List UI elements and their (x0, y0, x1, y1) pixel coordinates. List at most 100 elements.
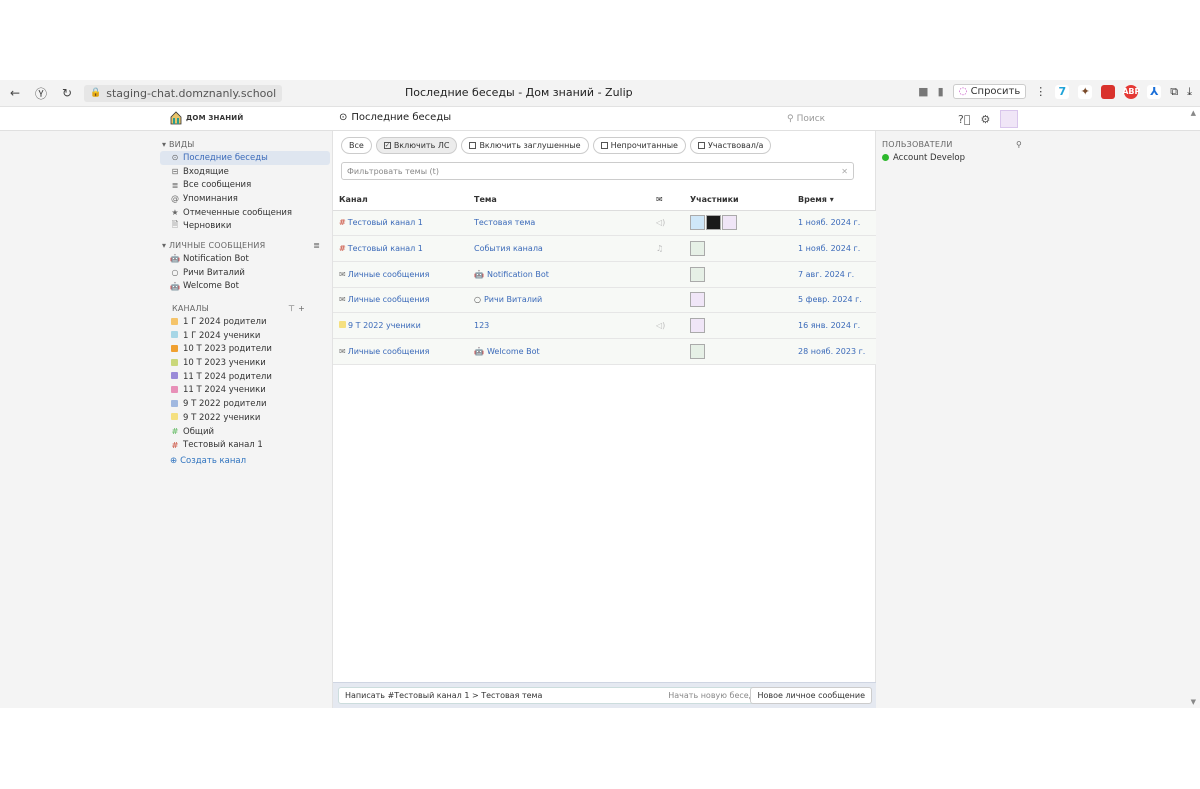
cell-channel[interactable]: # Тестовый канал 1 (333, 235, 468, 262)
clear-icon[interactable]: ✕ (841, 167, 848, 176)
filter-icon[interactable]: ⊤ (288, 304, 295, 313)
add-channel-icon[interactable]: + (298, 304, 305, 313)
channel-name[interactable]: Тестовый канал 1 (348, 244, 423, 253)
topic-name[interactable]: Welcome Bot (487, 347, 540, 356)
gear-icon[interactable]: ⚙ (980, 113, 990, 126)
cell-topic[interactable]: 🤖 Notification Bot (468, 261, 650, 288)
filter-chip[interactable]: Участвовал/а (689, 137, 772, 154)
participant-avatar[interactable] (690, 343, 705, 359)
topic-filter-input[interactable]: Фильтровать темы (t) ✕ (341, 162, 854, 180)
topic-name[interactable]: 123 (474, 321, 489, 330)
filter-chip[interactable]: ✓ Включить ЛС (375, 137, 458, 154)
topic-name[interactable]: Notification Bot (487, 270, 549, 279)
channel-name[interactable]: Личные сообщения (348, 347, 430, 356)
menu-dots-icon[interactable]: ⋮ (1035, 85, 1046, 98)
scroll-up-icon[interactable]: ▲ (1191, 109, 1196, 117)
filter-chip[interactable]: Непрочитанные (592, 137, 686, 154)
participant-avatar[interactable] (690, 266, 705, 282)
back-icon[interactable]: ← (4, 82, 26, 104)
sidebar-channel-item[interactable]: 11 Т 2024 родители (160, 370, 330, 384)
ext-translate-icon[interactable]: 7 (1055, 84, 1070, 99)
participant-avatar[interactable] (690, 292, 705, 308)
sidebar-view-item[interactable]: ⊟ Входящие (160, 165, 330, 179)
sidebar-channel-item[interactable]: 10 Т 2023 родители (160, 343, 330, 357)
user-row[interactable]: Account Develop (882, 151, 1027, 164)
channel-name[interactable]: Личные сообщения (348, 295, 430, 304)
cell-time[interactable]: 16 янв. 2024 г. (792, 312, 876, 339)
table-row[interactable]: # Тестовый канал 1 Тестовая тема ◁) 1 нояб. … (333, 210, 876, 237)
sidebar-view-item[interactable]: ≣ Все сообщения (160, 178, 330, 192)
table-row[interactable]: ✉ Личные сообщения ○ Ричи Виталий 5 февр. 20… (333, 287, 876, 314)
create-channel-link[interactable]: ⊕ Создать канал (160, 454, 330, 468)
table-row[interactable]: ✉ Личные сообщения 🤖 Notification Bot 7 авг.… (333, 261, 876, 288)
table-row[interactable]: ✉ Личные сообщения 🤖 Welcome Bot 28 нояб. 20… (333, 338, 876, 365)
new-dm-button[interactable]: Новое личное сообщение (750, 687, 872, 704)
filter-chip[interactable]: Все (341, 137, 372, 154)
ext-bird-icon[interactable]: ✦ (1078, 84, 1093, 99)
participant-avatar[interactable] (706, 215, 721, 231)
topic-name[interactable]: Ричи Виталий (484, 295, 542, 304)
sidebar-dm-item[interactable]: 🤖 Welcome Bot (160, 280, 330, 294)
notification-icon[interactable]: ♫ (656, 244, 663, 253)
new-topic-button[interactable]: Начать новую беседу (668, 687, 759, 704)
participant-avatar[interactable] (690, 241, 705, 257)
channels-header[interactable]: КАНАЛЫ ⊤ + (160, 301, 330, 315)
cell-time[interactable]: 1 нояб. 2024 г. (792, 210, 876, 237)
address-bar[interactable]: 🔒 staging-chat.domznanly.school (84, 84, 283, 102)
channel-name[interactable]: 9 Т 2022 ученики (348, 321, 421, 330)
sidebar-dm-item[interactable]: ○ Ричи Виталий (160, 266, 330, 280)
notification-icon[interactable]: ◁) (656, 321, 665, 330)
cell-channel[interactable]: ✉ Личные сообщения (333, 287, 468, 314)
dm-header[interactable]: ▾ ЛИЧНЫЕ СООБЩЕНИЯ ≣ (160, 238, 330, 252)
cell-topic[interactable]: ○ Ричи Виталий (468, 287, 650, 314)
sidebar-view-item[interactable]: 🗎 Черновики (160, 219, 330, 233)
sidebar-channel-item[interactable]: 9 Т 2022 родители (160, 397, 330, 411)
col-topic[interactable]: Тема (468, 189, 650, 211)
sidebar-channel-item[interactable]: 1 Г 2024 ученики (160, 329, 330, 343)
cell-topic[interactable]: События канала (468, 235, 650, 262)
col-time[interactable]: Время ▾ (792, 189, 876, 211)
sidebar-channel-item[interactable]: # Общий (160, 425, 330, 439)
views-header[interactable]: ▾ ВИДЫ (160, 137, 330, 151)
cell-channel[interactable]: # Тестовый канал 1 (333, 210, 468, 237)
bookmark-icon[interactable]: ▮ (938, 85, 944, 98)
cell-channel[interactable]: ✉ Личные сообщения (333, 338, 468, 365)
browser-logo-icon[interactable]: Ⓨ (30, 82, 52, 104)
search-users-icon[interactable]: ⚲ (1016, 140, 1022, 149)
topic-name[interactable]: События канала (474, 244, 543, 253)
sidebar-view-item[interactable]: @ Упоминания (160, 192, 330, 206)
org-logo[interactable]: ДОМ ЗНАНИЙ (170, 111, 243, 125)
help-icon[interactable]: ?⃝ (958, 113, 970, 126)
cell-time[interactable]: 7 авг. 2024 г. (792, 261, 876, 288)
scroll-down-icon[interactable]: ▼ (1191, 698, 1196, 706)
sidebar-dm-item[interactable]: 🤖 Notification Bot (160, 252, 330, 266)
participant-avatar[interactable] (690, 215, 705, 231)
ask-button[interactable]: ◌ Спросить (952, 84, 1027, 99)
sidebar-channel-item[interactable]: 10 Т 2023 ученики (160, 356, 330, 370)
col-channel[interactable]: Канал (333, 189, 468, 211)
cell-channel[interactable]: ✉ Личные сообщения (333, 261, 468, 288)
cell-channel[interactable]: 9 Т 2022 ученики (333, 312, 468, 339)
cell-topic[interactable]: 123 (468, 312, 650, 339)
sidebar-channel-item[interactable]: # Тестовый канал 1 (160, 438, 330, 452)
participant-avatar[interactable] (722, 215, 737, 231)
ext-red-icon[interactable] (1101, 84, 1116, 99)
table-row[interactable]: 9 Т 2022 ученики 123 ◁) 16 янв. 2024 г. (333, 312, 876, 339)
cell-topic[interactable]: 🤖 Welcome Bot (468, 338, 650, 365)
avatar[interactable] (1000, 110, 1019, 128)
chat-icon[interactable]: ■ (918, 85, 928, 98)
cell-time[interactable]: 28 нояб. 2023 г. (792, 338, 876, 365)
cell-time[interactable]: 1 нояб. 2024 г. (792, 235, 876, 262)
reload-icon[interactable]: ↻ (56, 82, 78, 104)
download-icon[interactable]: ⤓ (1187, 85, 1192, 99)
sidebar-channel-item[interactable]: 11 Т 2024 ученики (160, 384, 330, 398)
sidebar-view-item[interactable]: ★ Отмеченные сообщения (160, 206, 330, 220)
channel-name[interactable]: Личные сообщения (348, 270, 430, 279)
sidebar-channel-item[interactable]: 9 Т 2022 ученики (160, 411, 330, 425)
ext-acrobat-icon[interactable]: ⅄ (1147, 84, 1162, 99)
ext-puzzle-icon[interactable]: ⧉ (1170, 85, 1178, 99)
channel-name[interactable]: Тестовый канал 1 (348, 218, 423, 227)
sidebar-view-item[interactable]: ⊙ Последние беседы (160, 151, 330, 165)
sidebar-channel-item[interactable]: 1 Г 2024 родители (160, 315, 330, 329)
dm-list-icon[interactable]: ≣ (313, 241, 320, 250)
